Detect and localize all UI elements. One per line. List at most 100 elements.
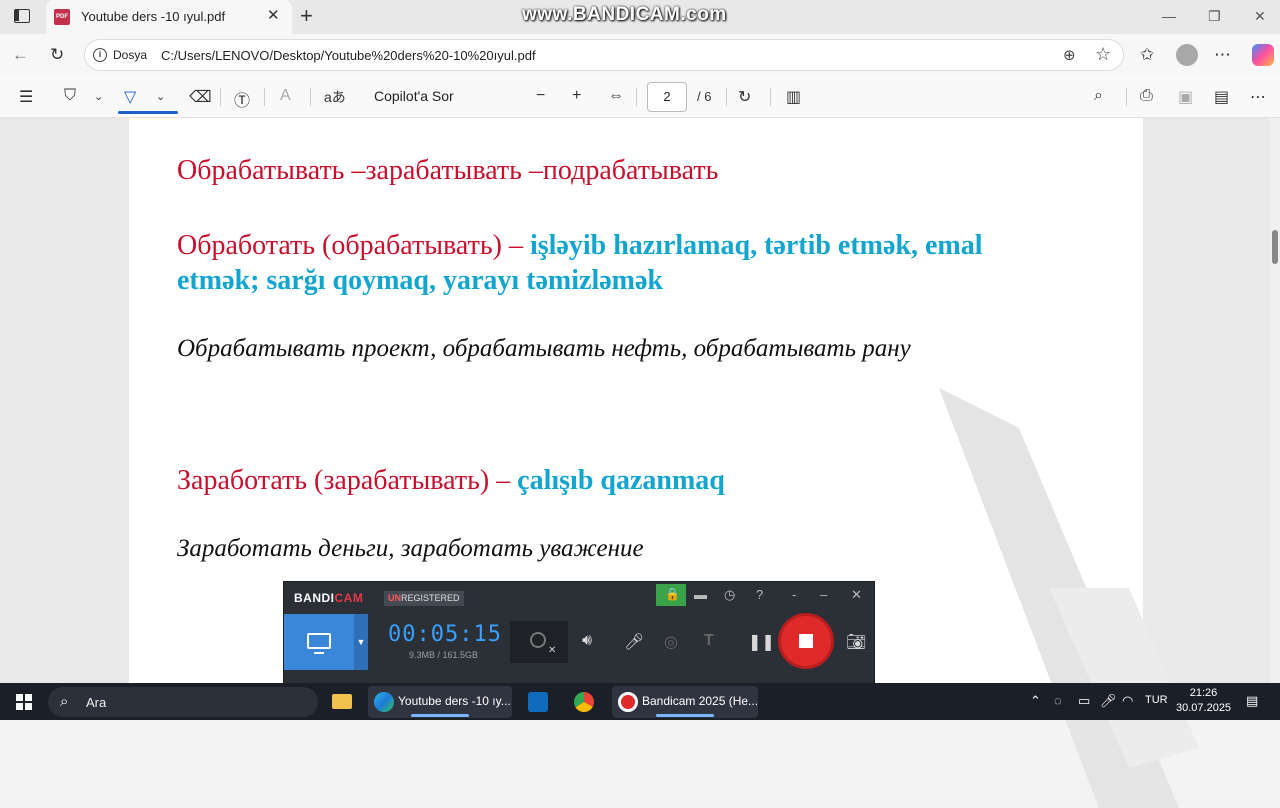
text-style-icon[interactable]: A — [280, 87, 291, 105]
fit-width-icon[interactable]: ⇔ — [608, 87, 624, 105]
draw-dropdown-chevron-icon[interactable]: ⌄ — [156, 90, 165, 103]
unregistered-badge-rest: REGISTERED — [401, 593, 460, 603]
refresh-icon[interactable]: ↻ — [50, 45, 64, 65]
active-tool-indicator — [118, 111, 178, 114]
print-icon[interactable]: ⎙ — [1140, 87, 1153, 105]
minimize-icon[interactable]: – — [820, 587, 827, 602]
copilot-ask-button[interactable]: Copilot'a Sor — [374, 88, 454, 104]
tray-camera-icon[interactable]: ▭ — [1078, 693, 1090, 709]
lock-icon[interactable]: 🔒 — [656, 584, 686, 606]
tray-microphone-icon[interactable]: 🎤︎ — [1100, 693, 1117, 709]
page-watermark — [939, 388, 1199, 808]
tray-overflow-chevron-icon[interactable]: ⌃ — [1030, 693, 1041, 709]
tab-actions-icon[interactable] — [14, 9, 30, 23]
favorites-icon[interactable]: ✩ — [1140, 45, 1154, 65]
page-number-input[interactable]: 2 — [647, 82, 687, 112]
read-aloud-icon[interactable]: aあ — [324, 87, 346, 107]
example-line-1: Обрабатывать проект, обрабатывать нефть,… — [177, 335, 911, 362]
windows-start-icon[interactable] — [16, 694, 32, 710]
contents-icon[interactable]: ☰ — [19, 87, 33, 107]
favorite-star-icon[interactable]: ☆ — [1095, 44, 1111, 65]
wifi-icon[interactable]: ◠ — [1122, 693, 1133, 709]
language-indicator[interactable]: TUR — [1145, 694, 1168, 706]
bandicam-header: BANDICAM UNREGISTERED 🔒 ▬ ◷ ? - – ✕ — [284, 582, 874, 612]
tab-title: Youtube ders -10 ıyul.pdf — [81, 9, 226, 24]
new-tab-button[interactable]: + — [300, 3, 313, 29]
clock-icon[interactable]: ◷ — [724, 587, 735, 603]
highlight-dropdown-chevron-icon[interactable]: ⌄ — [94, 90, 103, 103]
file-explorer-taskbar-icon[interactable] — [326, 686, 358, 718]
tab-close-icon[interactable]: ✕ — [267, 6, 280, 24]
tray-app-icon[interactable]: ◌ — [1054, 693, 1062, 708]
system-clock[interactable]: 21:26 30.07.2025 — [1176, 686, 1231, 716]
restore-window-button[interactable]: ❐ — [1208, 8, 1221, 25]
definition-line-1: Обработать (обрабатывать) – işləyib hazı… — [177, 229, 983, 263]
taskbar-search-label: Ara — [86, 695, 107, 710]
rotate-icon[interactable]: ↻ — [738, 87, 751, 107]
folder-icon[interactable]: ▬ — [694, 587, 707, 602]
screen-mode-button[interactable] — [284, 614, 354, 670]
close-icon[interactable]: ✕ — [851, 587, 862, 603]
recording-size: 9.3MB / 161.5GB — [409, 650, 479, 660]
clock-time: 21:26 — [1189, 687, 1218, 699]
bandicam-logo: BANDICAM — [294, 591, 363, 605]
more-menu-icon[interactable]: ⋯ — [1214, 45, 1231, 65]
close-window-button[interactable]: ✕ — [1254, 8, 1266, 25]
zoom-in-icon[interactable]: + — [572, 87, 581, 105]
info-icon[interactable]: i — [93, 48, 107, 62]
taskbar-search[interactable]: ⌕ Ara — [48, 687, 318, 717]
notifications-icon[interactable]: ▤ — [1246, 693, 1258, 709]
zoom-out-icon[interactable]: − — [536, 87, 545, 105]
chrome-taskbar-icon[interactable] — [568, 686, 600, 718]
scrollbar-thumb[interactable] — [1272, 230, 1278, 264]
definition-azerbaijani-2: çalışıb qazanmaq — [517, 465, 725, 496]
bandicam-logo-bandi: BANDI — [294, 591, 335, 605]
monitor-icon — [307, 633, 331, 649]
text-overlay-icon[interactable]: T — [704, 632, 714, 650]
mode-dropdown-chevron-icon[interactable]: ▼ — [354, 614, 368, 670]
speaker-icon[interactable]: 🔊︎ — [582, 632, 592, 650]
address-url[interactable]: C:/Users/LENOVO/Desktop/Youtube%20ders%2… — [161, 48, 536, 63]
search-icon[interactable]: ⌕ — [1094, 87, 1103, 105]
back-arrow-icon[interactable]: ← — [12, 45, 29, 65]
toolbar-divider — [726, 88, 727, 106]
taskbar-app-edge-label: Youtube ders -10 ıy... — [398, 694, 511, 708]
bandicam-logo-cam: CAM — [334, 591, 364, 605]
save-icon[interactable]: ▣ — [1178, 87, 1193, 107]
stop-icon — [799, 634, 813, 648]
browser-tab[interactable]: PDF Youtube ders -10 ıyul.pdf ✕ — [46, 0, 292, 34]
copilot-icon[interactable] — [1252, 44, 1274, 66]
cursor-effect-icon[interactable]: ◎ — [664, 632, 678, 652]
collapse-icon[interactable]: - — [792, 587, 796, 602]
active-app-indicator — [411, 714, 469, 717]
taskbar-app-bandicam-label: Bandicam 2025 (He... — [642, 694, 759, 708]
definition-russian-2: Заработать (зарабатывать) – — [177, 465, 511, 496]
taskbar-app-bandicam[interactable]: Bandicam 2025 (He... — [612, 686, 758, 718]
toolbar-divider — [770, 88, 771, 106]
more-options-icon[interactable]: ⋯ — [1250, 87, 1266, 107]
draw-icon[interactable]: ▽ — [124, 87, 136, 107]
eraser-icon[interactable]: ⌫ — [189, 87, 212, 107]
toolbar-divider — [636, 88, 637, 106]
highlight-icon[interactable]: ⛉ — [64, 87, 76, 105]
unregistered-badge-un: UN — [388, 593, 401, 603]
outlook-taskbar-icon[interactable] — [522, 686, 554, 718]
save-as-icon[interactable]: ▤ — [1214, 87, 1229, 107]
chrome-icon — [574, 692, 594, 712]
text-box-icon[interactable]: Ⓣ — [234, 87, 250, 111]
microphone-icon[interactable]: 🎤︎ — [624, 632, 644, 652]
zoom-icon[interactable]: ⊕ — [1063, 46, 1076, 64]
webcam-button[interactable]: ✕ — [510, 621, 568, 663]
vertical-scrollbar[interactable] — [1270, 118, 1280, 683]
address-field[interactable]: i Dosya C:/Users/LENOVO/Desktop/Youtube%… — [84, 39, 1124, 71]
profile-avatar[interactable] — [1176, 44, 1198, 66]
help-icon[interactable]: ? — [756, 587, 763, 602]
stop-recording-button[interactable] — [778, 613, 834, 669]
pause-icon[interactable]: ❚❚ — [748, 632, 775, 652]
pdf-file-icon: PDF — [54, 9, 70, 25]
minimize-window-button[interactable]: — — [1162, 8, 1176, 24]
taskbar-app-edge[interactable]: Youtube ders -10 ıy... — [368, 686, 512, 718]
screenshot-camera-icon[interactable]: 📷︎ — [846, 632, 866, 652]
definition-azerbaijani: işləyib hazırlamaq, tərtib etmək, emal — [529, 230, 983, 261]
page-view-icon[interactable]: ▥ — [786, 87, 801, 107]
